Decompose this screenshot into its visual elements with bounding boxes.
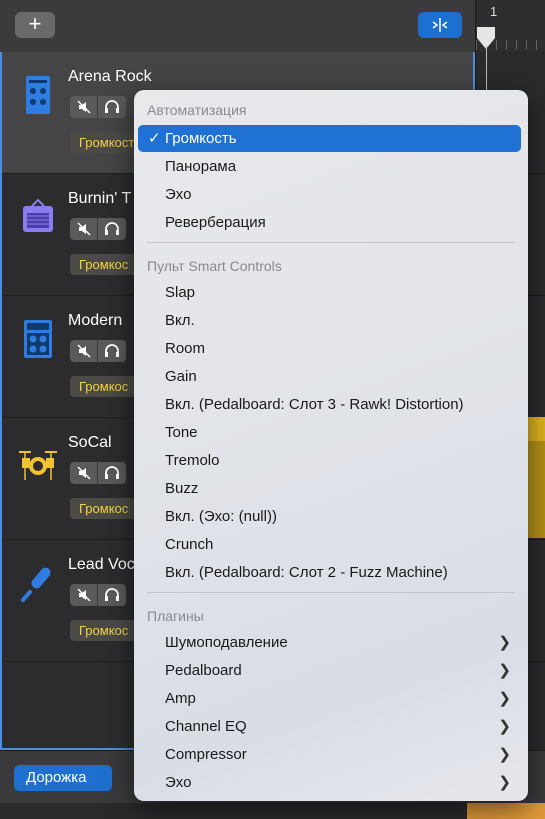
- menu-item-smart-control[interactable]: Вкл. (Эхо: (null)): [138, 503, 521, 530]
- mute-solo-group: [70, 462, 126, 484]
- mute-button[interactable]: [70, 462, 98, 484]
- mute-solo-group: [70, 584, 126, 606]
- mute-speaker-icon: [77, 466, 91, 480]
- menu-item-smart-control[interactable]: Room: [138, 335, 521, 362]
- chevron-right-icon: ❯: [498, 690, 511, 707]
- menu-item-label: Эхо: [165, 186, 192, 203]
- menu-item-plugin-compressor[interactable]: Compressor ❯: [138, 741, 521, 768]
- solo-button[interactable]: [98, 340, 126, 362]
- headphones-icon: [105, 100, 119, 113]
- menu-separator: [147, 242, 515, 243]
- menu-item-label: Amp: [165, 690, 196, 707]
- menu-item-label: Эхо: [165, 774, 192, 791]
- menu-item-plugin-channel-eq[interactable]: Channel EQ ❯: [138, 713, 521, 740]
- amp-head-icon: [24, 320, 52, 358]
- menu-item-label: Вкл. (Эхо: (null)): [165, 508, 277, 525]
- mute-solo-group: [70, 218, 126, 240]
- menu-item-label: Room: [165, 340, 206, 357]
- chevron-right-icon: ❯: [498, 662, 511, 679]
- menu-section-header: Плагины: [147, 608, 204, 624]
- menu-item-label: Шумоподавление: [165, 634, 288, 651]
- menu-item-label: Вкл.: [165, 312, 195, 329]
- solo-button[interactable]: [98, 584, 126, 606]
- mute-solo-group: [70, 340, 126, 362]
- headphones-icon: [105, 222, 119, 235]
- menu-item-smart-control[interactable]: Gain: [138, 363, 521, 390]
- mute-speaker-icon: [77, 588, 91, 602]
- mute-speaker-icon: [77, 100, 91, 114]
- menu-separator: [147, 592, 515, 593]
- track-inspector-button[interactable]: Дорожка: [14, 765, 112, 791]
- mute-button[interactable]: [70, 340, 98, 362]
- menu-item-plugin-noise-gate[interactable]: Шумоподавление ❯: [138, 629, 521, 656]
- chevron-right-icon: ❯: [498, 718, 511, 735]
- solo-button[interactable]: [98, 96, 126, 118]
- menu-item-label: Tone: [165, 424, 198, 441]
- menu-item-label: Pedalboard: [165, 662, 242, 679]
- bottom-strip: [0, 803, 545, 819]
- track-name[interactable]: SoCal: [68, 434, 112, 452]
- combo-amp-icon: [23, 198, 53, 232]
- menu-item-pan[interactable]: Панорама: [138, 153, 521, 180]
- microphone-icon: [21, 567, 51, 602]
- menu-item-smart-control[interactable]: Slap: [138, 279, 521, 306]
- track-name[interactable]: Lead Voc: [68, 556, 135, 574]
- menu-item-label: Tremolo: [165, 452, 220, 469]
- menu-item-label: Crunch: [165, 536, 214, 553]
- menu-item-smart-control[interactable]: Tremolo: [138, 447, 521, 474]
- track-name[interactable]: Burnin' T: [68, 190, 131, 208]
- menu-item-label: Громкость: [165, 130, 237, 147]
- checkmark-icon: ✓: [148, 130, 161, 147]
- track-name[interactable]: Arena Rock: [68, 68, 152, 86]
- menu-item-plugin-echo[interactable]: Эхо ❯: [138, 769, 521, 796]
- add-track-button[interactable]: +: [15, 12, 55, 38]
- menu-item-smart-control[interactable]: Buzz: [138, 475, 521, 502]
- solo-button[interactable]: [98, 218, 126, 240]
- mute-button[interactable]: [70, 584, 98, 606]
- menu-item-smart-control[interactable]: Вкл.: [138, 307, 521, 334]
- menu-item-smart-control[interactable]: Tone: [138, 419, 521, 446]
- menu-item-label: Compressor: [165, 746, 247, 763]
- ruler-bar-number: 1: [490, 4, 498, 19]
- track-header-toolbar: +: [0, 0, 475, 52]
- menu-section-header: Автоматизация: [147, 102, 247, 118]
- menu-item-label: Вкл. (Pedalboard: Слот 2 - Fuzz Machine): [165, 564, 448, 581]
- automation-parameter-menu: Автоматизация ✓ Громкость Панорама Эхо Р…: [134, 90, 528, 801]
- chevron-right-icon: ❯: [498, 774, 511, 791]
- mute-speaker-icon: [77, 344, 91, 358]
- menu-item-label: Channel EQ: [165, 718, 247, 735]
- menu-item-volume[interactable]: ✓ Громкость: [138, 125, 521, 152]
- solo-button[interactable]: [98, 462, 126, 484]
- track-name[interactable]: Modern: [68, 312, 122, 330]
- menu-item-reverb[interactable]: Реверберация: [138, 209, 521, 236]
- menu-item-smart-control[interactable]: Вкл. (Pedalboard: Слот 2 - Fuzz Machine): [138, 559, 521, 586]
- menu-item-plugin-amp[interactable]: Amp ❯: [138, 685, 521, 712]
- menu-item-label: Slap: [165, 284, 196, 301]
- orange-region-strip: [467, 803, 545, 819]
- automation-icon: [432, 18, 448, 32]
- menu-item-smart-control[interactable]: Вкл. (Pedalboard: Слот 3 - Rawk! Distort…: [138, 391, 521, 418]
- menu-item-label: Вкл. (Pedalboard: Слот 3 - Rawk! Distort…: [165, 396, 464, 413]
- menu-item-smart-control[interactable]: Crunch: [138, 531, 521, 558]
- headphones-icon: [105, 588, 119, 601]
- menu-item-plugin-pedalboard[interactable]: Pedalboard ❯: [138, 657, 521, 684]
- mute-button[interactable]: [70, 218, 98, 240]
- headphones-icon: [105, 344, 119, 357]
- drums-icon: [19, 451, 57, 480]
- mute-speaker-icon: [77, 222, 91, 236]
- menu-item-label: Реверберация: [165, 214, 266, 231]
- menu-item-label: Buzz: [165, 480, 199, 497]
- menu-item-echo[interactable]: Эхо: [138, 181, 521, 208]
- amp-stack-icon: [26, 76, 50, 114]
- mute-solo-group: [70, 96, 126, 118]
- menu-item-label: Панорама: [165, 158, 237, 175]
- headphones-icon: [105, 466, 119, 479]
- menu-section-header: Пульт Smart Controls: [147, 258, 282, 274]
- chevron-right-icon: ❯: [498, 746, 511, 763]
- menu-item-label: Gain: [165, 368, 197, 385]
- chevron-right-icon: ❯: [498, 634, 511, 651]
- automation-toggle-button[interactable]: [418, 12, 462, 38]
- mute-button[interactable]: [70, 96, 98, 118]
